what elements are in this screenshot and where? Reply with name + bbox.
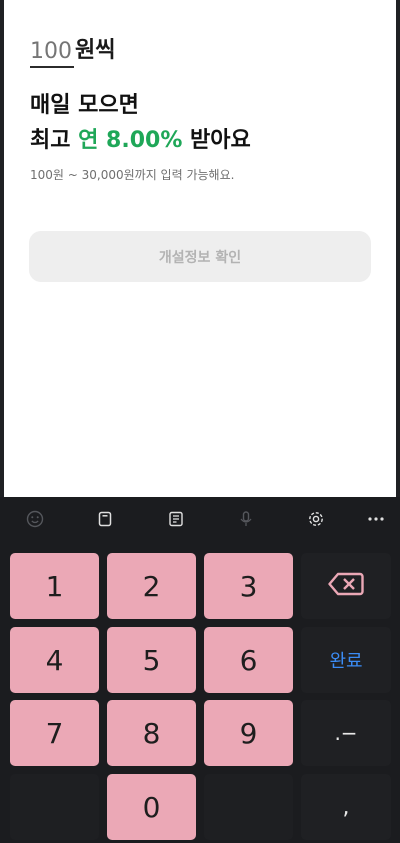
dot-dash-key[interactable]: .−: [301, 700, 391, 766]
amount-row: 원씩: [30, 36, 115, 68]
key-4[interactable]: 4: [10, 627, 99, 693]
daily-amount-input[interactable]: [30, 38, 74, 68]
key-3[interactable]: 3: [204, 553, 293, 619]
headline-line-1: 매일 모으면: [30, 93, 139, 118]
key-9[interactable]: 9: [204, 700, 293, 766]
backspace-key[interactable]: [301, 553, 391, 619]
blank-key-right: [204, 774, 293, 840]
confirm-account-info-button[interactable]: 개설정보 확인: [29, 231, 371, 282]
amount-unit-label: 원씩: [75, 38, 116, 63]
emoji-icon[interactable]: [25, 509, 45, 529]
keyboard-toolbar: [0, 497, 400, 541]
headline-suffix: 받아요: [182, 128, 251, 153]
screen-edge-right: [396, 0, 400, 497]
headline: 매일 모으면 최고 연 8.00% 받아요: [30, 88, 251, 158]
clipboard-icon[interactable]: [95, 509, 115, 529]
amount-range-hint: 100원 ~ 30,000원까지 입력 가능해요.: [30, 168, 235, 182]
savings-setup-screen: 원씩 매일 모으면 최고 연 8.00% 받아요 100원 ~ 30,000원까…: [4, 0, 396, 497]
numeric-keyboard: 1 2 3 4 5 6 완료 7 8 9 .− 0 ,: [0, 497, 400, 843]
key-2[interactable]: 2: [107, 553, 196, 619]
keyboard-mode-icon[interactable]: [166, 509, 186, 529]
key-5[interactable]: 5: [107, 627, 196, 693]
comma-key[interactable]: ,: [301, 774, 391, 840]
key-0[interactable]: 0: [107, 774, 196, 840]
backspace-icon: [328, 572, 364, 600]
interest-rate: 연 8.00%: [78, 128, 183, 153]
headline-prefix: 최고: [30, 128, 79, 153]
key-7[interactable]: 7: [10, 700, 99, 766]
key-8[interactable]: 8: [107, 700, 196, 766]
settings-icon[interactable]: [306, 509, 326, 529]
headline-line-2: 최고 연 8.00% 받아요: [30, 123, 251, 158]
mic-icon[interactable]: [236, 509, 256, 529]
more-icon[interactable]: [366, 509, 386, 529]
blank-key-left: [10, 774, 99, 840]
key-6[interactable]: 6: [204, 627, 293, 693]
key-1[interactable]: 1: [10, 553, 99, 619]
done-key[interactable]: 완료: [301, 627, 391, 693]
